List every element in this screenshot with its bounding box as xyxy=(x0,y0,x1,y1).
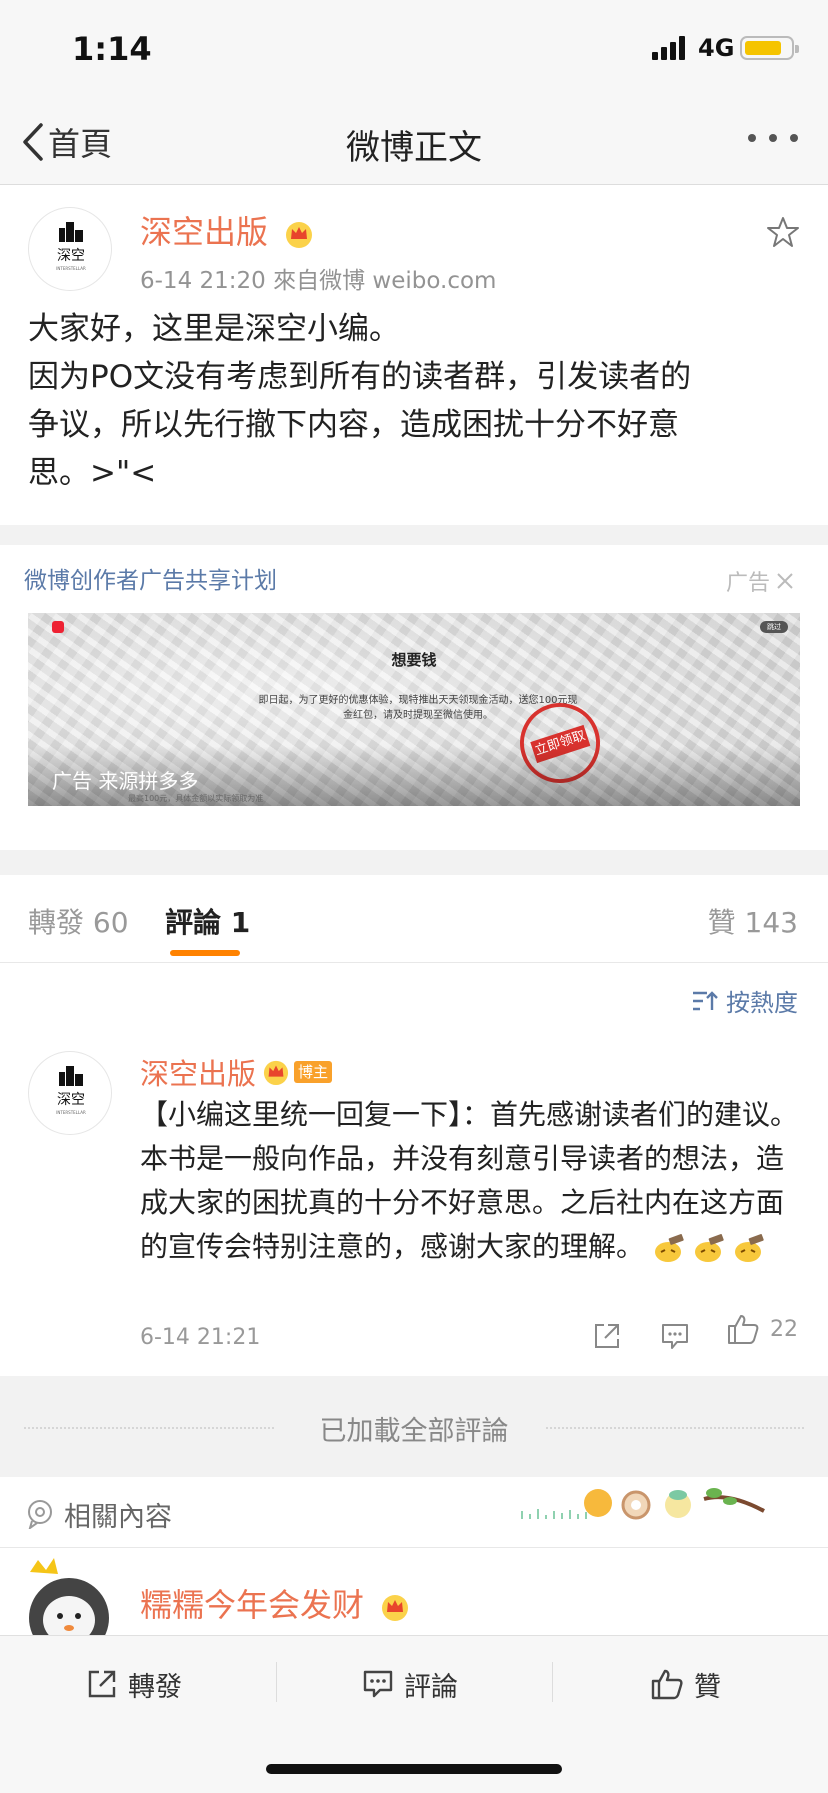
ad-card: 微博创作者广告共享计划 广告 跳过 想要钱 即日起，为了更好的优惠体验，现特推出… xyxy=(0,545,828,850)
post-line: 思。>"< xyxy=(28,455,157,491)
like-count: 22 xyxy=(770,1316,798,1342)
post-content: 大家好，这里是深空小编。 因为PO文没有考虑到所有的读者群，引发读者的 争议，所… xyxy=(28,305,800,497)
signal-icon xyxy=(652,36,685,60)
repost-icon xyxy=(88,1670,116,1698)
post-card: 深空 INTERSTELLAR 深空出版 6-14 21:20 來自微博 wei… xyxy=(0,185,828,525)
sort-button[interactable]: 按熱度 xyxy=(692,983,798,1018)
share-icon[interactable] xyxy=(592,1321,622,1351)
battery-icon xyxy=(740,36,799,60)
post-line: 因为PO文没有考虑到所有的读者群，引发读者的 xyxy=(28,359,692,395)
sort-label: 按熱度 xyxy=(726,989,798,1017)
sort-icon xyxy=(693,990,718,1010)
ad-skip-badge: 跳过 xyxy=(760,621,788,633)
like-button[interactable]: 22 xyxy=(726,1313,798,1345)
related-label[interactable]: 相關內容 xyxy=(64,1495,172,1534)
interaction-tabs: 轉發 60 評論 1 贊 143 xyxy=(0,875,828,963)
crown-icon xyxy=(382,1595,409,1621)
tab-repost[interactable]: 轉發 60 xyxy=(28,901,129,941)
comment-label: 評論 xyxy=(404,1671,458,1703)
author-avatar[interactable]: 深空 INTERSTELLAR xyxy=(28,207,112,291)
loaded-all-footer: 已加載全部評論 xyxy=(0,1377,828,1477)
like-label: 贊 xyxy=(694,1671,721,1703)
favorite-star-icon[interactable] xyxy=(766,215,800,249)
status-bar: 1:14 4G xyxy=(0,0,828,100)
repost-label: 轉發 xyxy=(128,1671,182,1703)
post-line: 争议，所以先行撤下内容，造成困扰十分不好意 xyxy=(28,407,679,443)
close-icon xyxy=(777,573,793,589)
more-dot-icon xyxy=(769,134,777,142)
hammer-emoji-icon xyxy=(654,1234,684,1262)
comment-section: 按熱度 深空 INTERSTELLAR 深空出版 博主 【小编这里统一回复一下】… xyxy=(0,963,828,1376)
ad-headline: 想要钱 xyxy=(391,651,437,669)
ad-fine-print: 最高100元，具体金额以实际领取为准 xyxy=(128,794,264,803)
svg-text:深空: 深空 xyxy=(57,1092,85,1108)
comment-text: 【小编这里统一回复一下】：首先感谢读者们的建议。本书是一般向作品，并没有刻意引导… xyxy=(140,1098,799,1263)
like-bottom-button[interactable]: 贊 xyxy=(650,1662,721,1706)
reply-icon[interactable] xyxy=(660,1321,690,1351)
ad-program-link[interactable]: 微博创作者广告共享计划 xyxy=(24,561,277,595)
separator xyxy=(276,1662,277,1702)
crown-icon xyxy=(263,1060,289,1085)
ad-source: 广告 来源拼多多 xyxy=(52,769,199,793)
comment-icon xyxy=(363,1670,393,1698)
ad-banner[interactable]: 跳过 想要钱 即日起，为了更好的优惠体验，现特推出天天领现金活动，送您100元现… xyxy=(28,613,800,806)
more-dot-icon xyxy=(790,134,798,142)
tab-like[interactable]: 贊 143 xyxy=(708,901,798,941)
thumbs-up-icon xyxy=(651,1669,683,1700)
thumbs-up-icon xyxy=(728,1315,759,1344)
more-dot-icon xyxy=(748,134,756,142)
more-button[interactable] xyxy=(748,128,798,148)
home-indicator xyxy=(266,1764,562,1774)
status-time: 1:14 xyxy=(72,30,152,68)
author-name[interactable]: 深空出版 xyxy=(140,207,314,253)
svg-text:INTERSTELLAR: INTERSTELLAR xyxy=(56,1110,86,1115)
divider xyxy=(546,1427,804,1429)
crown-icon xyxy=(286,222,313,248)
tab-comment[interactable]: 評論 1 xyxy=(165,901,250,941)
location-pin-icon xyxy=(28,1500,52,1529)
commenter-name[interactable]: 深空出版 博主 xyxy=(140,1051,333,1093)
hammer-emoji-icon xyxy=(734,1234,764,1262)
post-line: 大家好，这里是深空小编。 xyxy=(28,311,400,347)
ad-app-logo-icon xyxy=(52,621,64,633)
related-header: 相關內容 xyxy=(0,1477,828,1548)
network-type: 4G xyxy=(698,34,735,62)
separator xyxy=(552,1662,553,1702)
nav-bar: 首頁 微博正文 xyxy=(0,100,828,185)
author-badge: 博主 xyxy=(294,1061,333,1083)
tab-indicator xyxy=(170,950,240,956)
comment-button[interactable]: 評論 xyxy=(362,1662,458,1706)
ad-close[interactable]: 广告 xyxy=(726,565,794,597)
svg-text:深空: 深空 xyxy=(57,248,85,264)
comment-time: 6-14 21:21 xyxy=(140,1325,261,1350)
commenter-avatar[interactable]: 深空 INTERSTELLAR xyxy=(28,1051,112,1135)
publisher-logo: 深空 INTERSTELLAR xyxy=(56,1066,86,1115)
hammer-emoji-icon xyxy=(694,1234,724,1262)
related-author[interactable]: 糯糯今年会发财 xyxy=(140,1580,410,1626)
page-title: 微博正文 xyxy=(346,128,482,168)
decorative-banner-icon xyxy=(521,1488,765,1520)
ad-tag-label: 广告 xyxy=(725,571,770,596)
svg-text:INTERSTELLAR: INTERSTELLAR xyxy=(56,266,86,271)
post-meta: 6-14 21:20 來自微博 weibo.com xyxy=(140,268,497,294)
repost-button[interactable]: 轉發 xyxy=(86,1662,182,1706)
publisher-logo: 深空 INTERSTELLAR xyxy=(56,222,86,271)
